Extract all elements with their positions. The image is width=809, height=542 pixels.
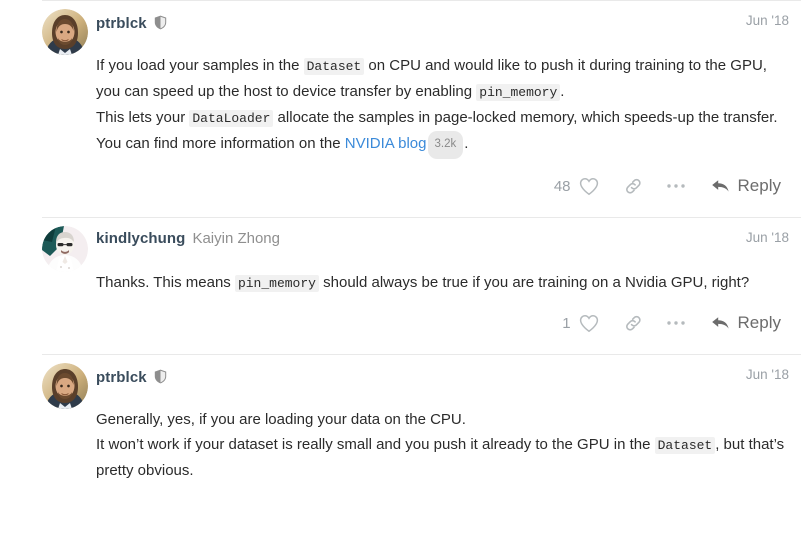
text-run: Thanks. This means	[96, 274, 235, 291]
shield-icon	[154, 369, 167, 384]
post-line: You can find more information on the NVI…	[96, 131, 785, 159]
reply-button[interactable]: Reply	[711, 176, 787, 196]
text-run: , but that’s	[715, 436, 785, 453]
ellipsis-icon[interactable]	[655, 310, 697, 336]
text-run: It won’t work if your dataset is really …	[96, 436, 655, 453]
text-run: allocate the samples in page-locked memo…	[273, 109, 778, 126]
ellipsis-icon[interactable]	[655, 173, 697, 199]
post-header: kindlychung Kaiyin Zhong Jun '18	[42, 218, 801, 272]
username[interactable]: ptrblck	[96, 15, 147, 32]
reply-label: Reply	[737, 176, 781, 195]
post-actions: 1 Reply	[42, 296, 801, 354]
post-date[interactable]: Jun '18	[746, 367, 789, 382]
text-run: Generally, yes, if you are loading your …	[96, 411, 466, 428]
inline-code: pin_memory	[234, 275, 319, 292]
post-actions: 48 Reply	[42, 159, 801, 217]
post: ptrblck Jun '18 Generally, yes, if you are…	[42, 354, 801, 483]
post-author: ptrblck	[96, 363, 167, 386]
post-line: Thanks. This means pin_memory should alw…	[96, 270, 785, 296]
username[interactable]: ptrblck	[96, 369, 147, 386]
text-run: .	[464, 135, 469, 152]
post: ptrblck Jun '18 If you load your samples i…	[42, 0, 801, 217]
avatar[interactable]	[42, 226, 88, 272]
reply-arrow-icon	[711, 178, 730, 194]
external-link[interactable]: NVIDIA blog	[345, 135, 427, 152]
inline-code: pin_memory	[476, 84, 561, 101]
text-run: on CPU and would like to push it during …	[364, 57, 767, 74]
username[interactable]: kindlychung	[96, 230, 185, 247]
post-body: Generally, yes, if you are loading your …	[96, 405, 801, 483]
post-line: pretty obvious.	[96, 458, 785, 483]
inline-code: Dataset	[654, 437, 716, 454]
post-line: This lets your DataLoader allocate the s…	[96, 105, 785, 131]
heart-icon[interactable]	[579, 173, 613, 199]
full-name: Kaiyin Zhong	[192, 230, 280, 247]
text-run: You can find more information on the	[96, 135, 345, 152]
post-thread: ptrblck Jun '18 If you load your samples i…	[0, 0, 809, 483]
link-click-count-badge: 3.2k	[427, 131, 464, 159]
inline-code: DataLoader	[189, 110, 274, 127]
post-line: It won’t work if your dataset is really …	[96, 432, 785, 458]
text-run: pretty obvious.	[96, 462, 194, 479]
heart-icon[interactable]	[579, 310, 613, 336]
post-header: ptrblck Jun '18	[42, 355, 801, 409]
link-icon[interactable]	[613, 310, 655, 336]
post-line: Generally, yes, if you are loading your …	[96, 407, 785, 432]
like-count: 1	[562, 314, 571, 332]
inline-code: Dataset	[303, 58, 365, 75]
like-count: 48	[553, 177, 571, 195]
post-line: you can speed up the host to device tran…	[96, 79, 785, 105]
post-author: kindlychung Kaiyin Zhong	[96, 226, 280, 247]
shield-icon	[154, 15, 167, 30]
link-icon[interactable]	[613, 173, 655, 199]
post-line: If you load your samples in the Dataset …	[96, 53, 785, 79]
reply-button[interactable]: Reply	[711, 313, 787, 333]
text-run: If you load your samples in the	[96, 57, 304, 74]
post-header: ptrblck Jun '18	[42, 1, 801, 55]
post: kindlychung Kaiyin Zhong Jun '18 Thanks. Th…	[42, 217, 801, 354]
reply-label: Reply	[737, 313, 781, 332]
post-author: ptrblck	[96, 9, 167, 32]
text-run: .	[560, 83, 565, 100]
avatar[interactable]	[42, 9, 88, 55]
text-run: This lets your	[96, 109, 190, 126]
reply-arrow-icon	[711, 315, 730, 331]
post-date[interactable]: Jun '18	[746, 13, 789, 28]
post-body: If you load your samples in the Dataset …	[96, 51, 801, 159]
text-run: should always be true if you are trainin…	[318, 274, 750, 291]
text-run: you can speed up the host to device tran…	[96, 83, 477, 100]
post-date[interactable]: Jun '18	[746, 230, 789, 245]
avatar[interactable]	[42, 363, 88, 409]
post-body: Thanks. This means pin_memory should alw…	[96, 268, 801, 296]
